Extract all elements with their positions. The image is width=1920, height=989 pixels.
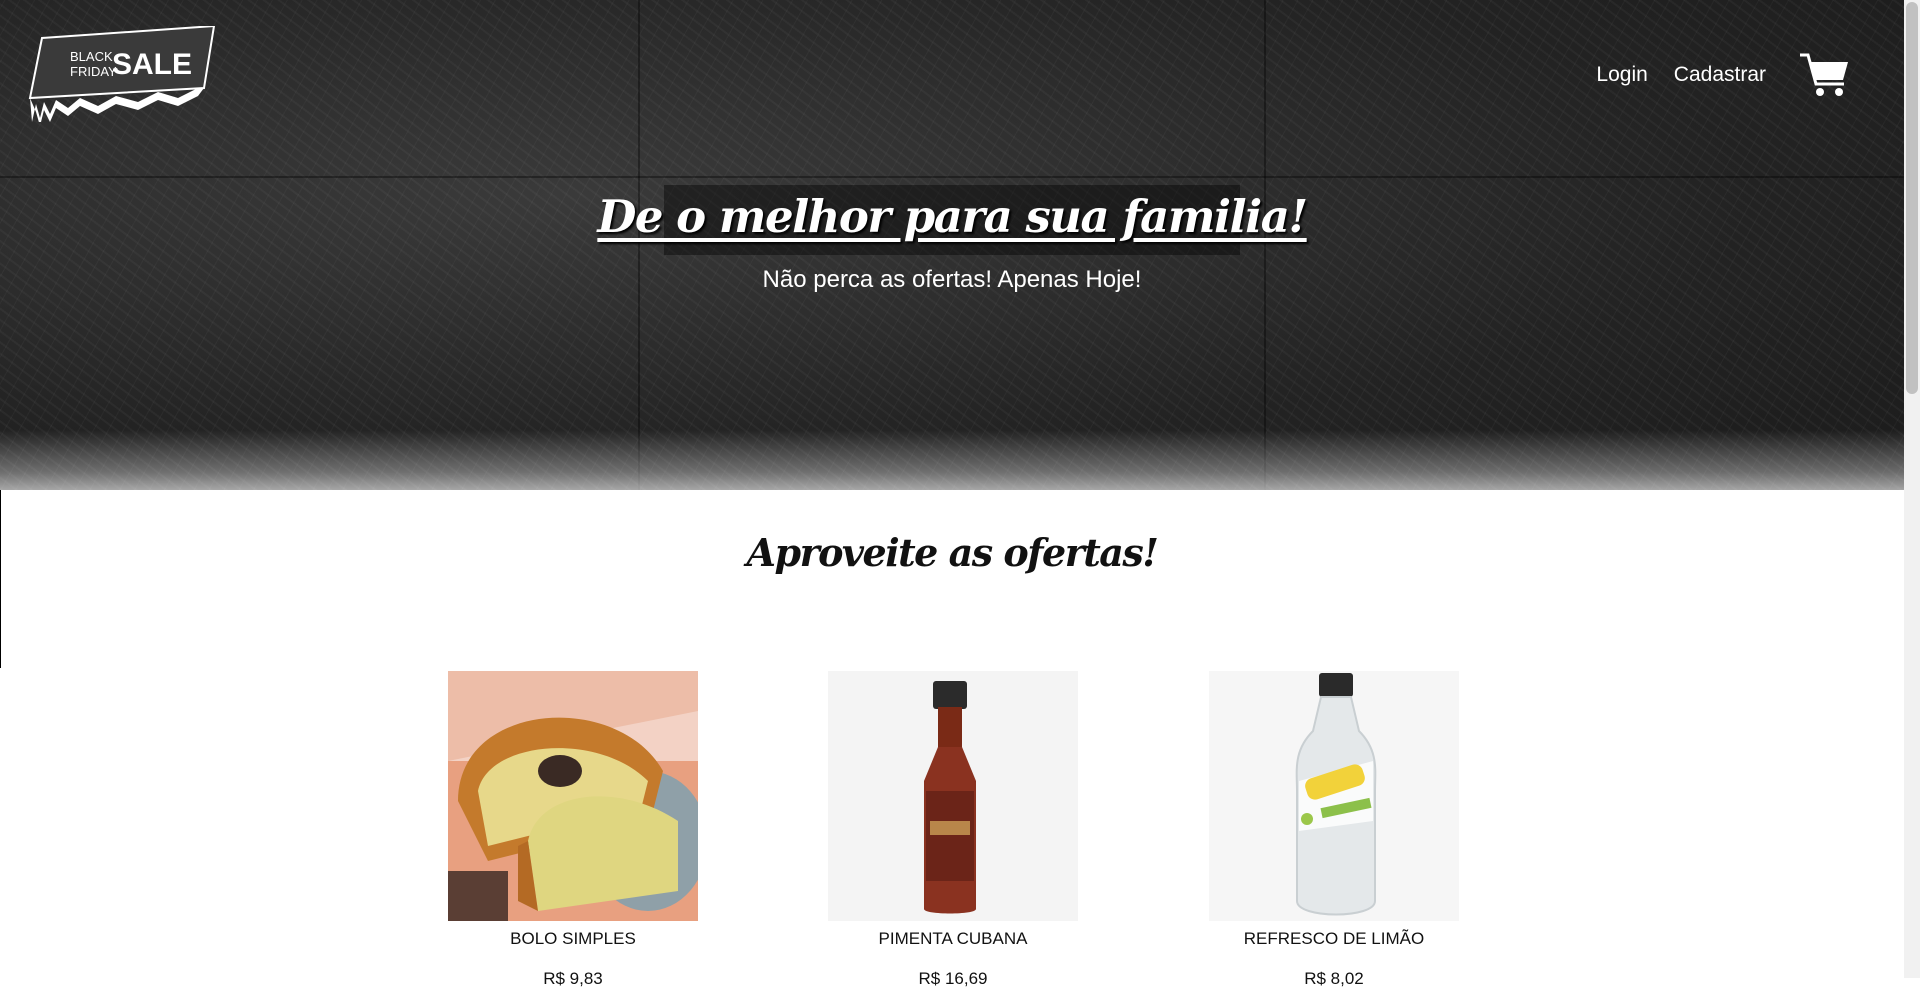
- pepper-sauce-bottle-image[interactable]: [828, 671, 1078, 921]
- cake-image[interactable]: [448, 671, 698, 921]
- logo-text-friday: FRIDAY: [70, 64, 117, 79]
- logo-text-black: BLACK: [70, 49, 113, 64]
- shopping-cart-icon[interactable]: [1798, 52, 1850, 98]
- product-card: PIMENTA CUBANA R$ 16,69: [828, 671, 1078, 989]
- black-friday-sale-logo[interactable]: BLACK FRIDAY SALE: [28, 26, 218, 122]
- login-link[interactable]: Login: [1596, 63, 1647, 87]
- texture-seam: [1264, 0, 1266, 490]
- texture-seam: [0, 176, 1904, 178]
- product-name[interactable]: BOLO SIMPLES: [448, 929, 698, 949]
- scrollbar[interactable]: [1904, 0, 1920, 978]
- section-border: [0, 490, 1, 668]
- hero-subheadline: Não perca as ofertas! Apenas Hoje!: [762, 266, 1142, 293]
- offers-title: Aproveite as ofertas!: [746, 530, 1159, 575]
- product-name[interactable]: PIMENTA CUBANA: [828, 929, 1078, 949]
- top-nav: Login Cadastrar: [1596, 53, 1850, 96]
- scrollbar-thumb[interactable]: [1906, 2, 1918, 394]
- product-card: BOLO SIMPLES R$ 9,83: [448, 671, 698, 989]
- product-name[interactable]: REFRESCO DE LIMÃO: [1209, 929, 1459, 949]
- logo-text-sale: SALE: [112, 48, 192, 81]
- soda-bottle-image[interactable]: [1209, 671, 1459, 921]
- register-link[interactable]: Cadastrar: [1674, 63, 1766, 87]
- texture-seam: [638, 0, 640, 490]
- product-price: R$ 8,02: [1304, 969, 1364, 988]
- hero-fade: [0, 430, 1904, 490]
- hero-headline: De o melhor para sua familia!: [597, 190, 1308, 243]
- product-price: R$ 9,83: [543, 969, 603, 988]
- product-price: R$ 16,69: [918, 969, 988, 988]
- product-card: REFRESCO DE LIMÃO R$ 8,02: [1209, 671, 1459, 989]
